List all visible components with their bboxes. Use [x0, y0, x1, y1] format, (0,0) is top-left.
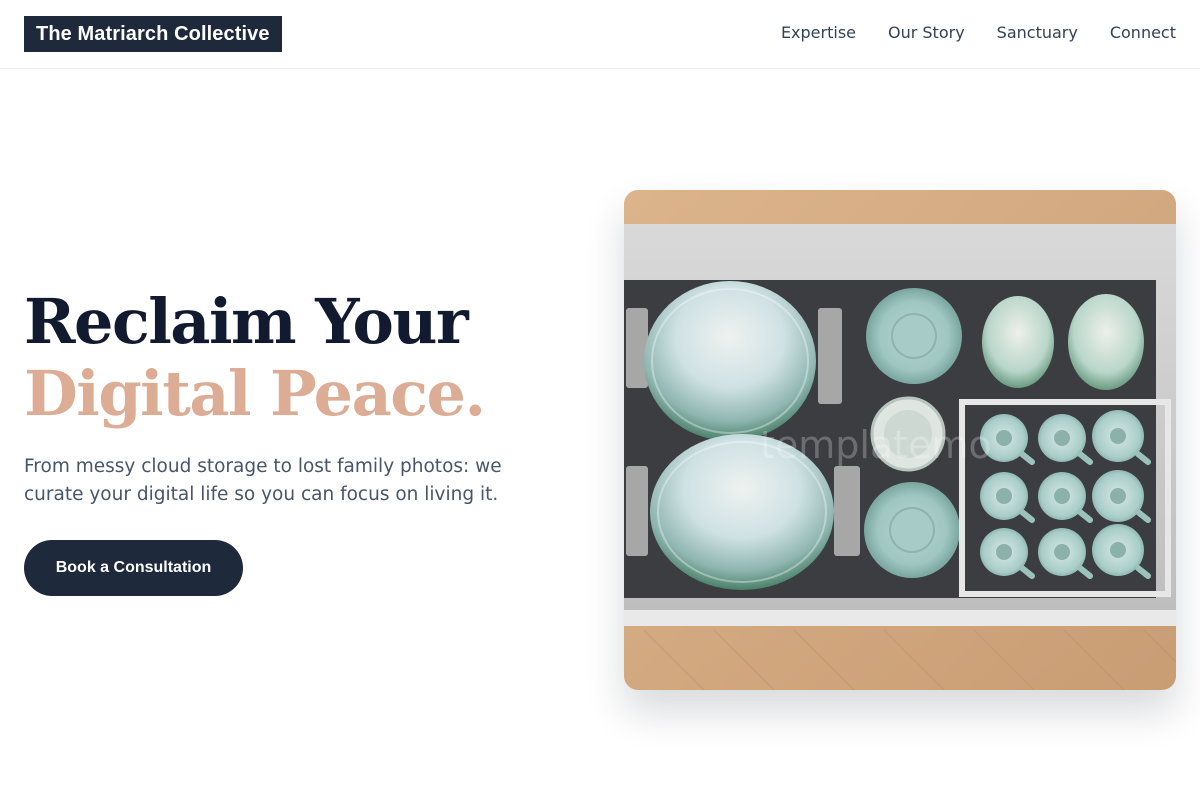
brand-logo[interactable]: The Matriarch Collective [24, 16, 282, 52]
nav-link-connect[interactable]: Connect [1110, 22, 1176, 44]
nav-link-expertise[interactable]: Expertise [781, 22, 856, 44]
book-consultation-button[interactable]: Book a Consultation [24, 540, 243, 596]
image-watermark: templatemo [760, 423, 992, 467]
hero-title: Reclaim Your Digital Peace. [24, 285, 486, 430]
nav-link-our-story[interactable]: Our Story [888, 22, 965, 44]
hero-image-drawer-dishes: templatemo [624, 190, 1176, 690]
site-header: The Matriarch Collective Expertise Our S… [0, 0, 1200, 69]
hero-subtitle: From messy cloud storage to lost family … [24, 456, 502, 505]
hero-title-line2: Digital Peace. [24, 357, 486, 430]
main-nav: Expertise Our Story Sanctuary Connect [781, 22, 1176, 44]
hero-title-line1: Reclaim Your [24, 285, 469, 358]
nav-link-sanctuary[interactable]: Sanctuary [997, 22, 1078, 44]
